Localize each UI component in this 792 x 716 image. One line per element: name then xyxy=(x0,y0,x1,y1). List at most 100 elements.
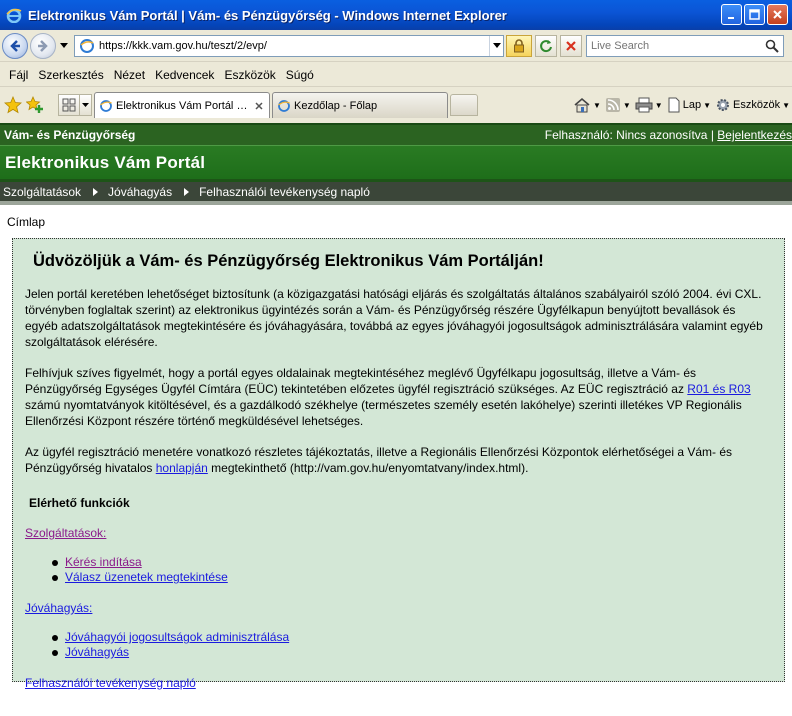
menu-favorites[interactable]: Kedvencek xyxy=(150,68,219,82)
close-icon xyxy=(773,10,782,19)
page-icon xyxy=(277,99,291,113)
services-list: Kérés indítása Válasz üzenetek megtekint… xyxy=(52,555,784,585)
homepage-link[interactable]: honlapján xyxy=(156,461,208,475)
minimize-icon xyxy=(727,16,734,19)
address-dropdown[interactable] xyxy=(489,35,503,56)
org-name: Vám- és Pénzügyőrség xyxy=(4,128,136,142)
stop-button[interactable] xyxy=(560,34,582,57)
close-window-button[interactable] xyxy=(767,4,788,25)
ie-logo-icon xyxy=(6,7,22,23)
main-nav: Szolgáltatások Jóváhagyás Felhasználói t… xyxy=(0,179,792,201)
list-item: Kérés indítása xyxy=(52,555,784,570)
add-favorite-button[interactable] xyxy=(24,94,46,116)
chevron-down-icon xyxy=(492,43,501,48)
print-button[interactable]: ▼ xyxy=(635,97,663,113)
approver-rights-link[interactable]: Jóváhagyói jogosultságok adminisztrálása xyxy=(65,630,289,645)
menu-edit[interactable]: Szerkesztés xyxy=(33,68,108,82)
list-item: Jóváhagyói jogosultságok adminisztrálása xyxy=(52,630,784,645)
address-bar[interactable]: https://kkk.vam.gov.hu/teszt/2/evp/ xyxy=(74,34,504,57)
rss-feed-icon xyxy=(605,98,620,112)
maximize-button[interactable] xyxy=(744,4,765,25)
back-arrow-icon xyxy=(10,39,20,52)
login-link[interactable]: Bejelentkezés xyxy=(717,128,792,142)
refresh-icon xyxy=(540,39,552,52)
minimize-button[interactable] xyxy=(721,4,742,25)
new-tab-button[interactable] xyxy=(450,94,478,116)
maximize-icon xyxy=(749,9,760,20)
approval-section-link[interactable]: Jóváhagyás: xyxy=(25,601,784,615)
search-box[interactable] xyxy=(586,34,784,57)
nav-arrow-icon xyxy=(93,187,99,196)
back-button[interactable] xyxy=(2,32,28,59)
url-text[interactable]: https://kkk.vam.gov.hu/teszt/2/evp/ xyxy=(99,40,489,52)
window-title-bar[interactable]: Elektronikus Vám Portál | Vám- és Pénzüg… xyxy=(0,0,792,30)
tab-row: Elektronikus Vám Portál | ... Kezdőlap -… xyxy=(0,88,792,122)
chevron-down-icon[interactable]: ▼ xyxy=(623,101,631,110)
registration-text-2: számú nyomtatványok kitöltésével, és a g… xyxy=(25,398,742,428)
tab-list-dropdown[interactable] xyxy=(80,94,92,116)
chevron-down-icon[interactable]: ▼ xyxy=(593,101,601,110)
refresh-button[interactable] xyxy=(535,34,557,57)
portal-top-band: Vám- és Pénzügyőrség Felhasználó: Nincs … xyxy=(0,123,792,145)
page-icon xyxy=(668,97,680,113)
bullet xyxy=(52,649,58,656)
chevron-down-icon[interactable]: ▼ xyxy=(655,101,663,110)
user-status-text: Felhasználó: Nincs azonosítva | xyxy=(544,128,718,142)
menu-view[interactable]: Nézet xyxy=(109,68,150,82)
chevron-down-icon[interactable]: ▼ xyxy=(703,101,711,110)
favorites-center-button[interactable] xyxy=(2,94,24,116)
portal-title: Elektronikus Vám Portál xyxy=(5,152,206,172)
view-responses-link[interactable]: Válasz üzenetek megtekintése xyxy=(65,570,228,585)
list-item: Válasz üzenetek megtekintése xyxy=(52,570,784,585)
command-bar: ▼ ▼ ▼ Lap ▼ Eszközök ▼ xyxy=(573,88,792,122)
bullet xyxy=(52,574,58,581)
feeds-button[interactable]: ▼ xyxy=(605,97,631,113)
history-dropdown[interactable] xyxy=(58,36,70,56)
page-icon xyxy=(79,38,95,54)
page-viewport: Vám- és Pénzügyőrség Felhasználó: Nincs … xyxy=(0,123,792,716)
services-section-link[interactable]: Szolgáltatások: xyxy=(25,526,784,540)
nav-arrow-icon xyxy=(184,187,190,196)
printer-icon xyxy=(635,97,653,113)
user-status: Felhasználó: Nincs azonosítva | Bejelent… xyxy=(545,128,792,142)
approval-link[interactable]: Jóváhagyás xyxy=(65,645,129,660)
breadcrumb: Címlap xyxy=(7,215,46,229)
list-item: Jóváhagyás xyxy=(52,645,784,660)
r01-r03-link[interactable]: R01 és R03 xyxy=(687,382,750,396)
bullet xyxy=(52,559,58,566)
add-favorite-icon xyxy=(26,96,43,113)
approval-list: Jóváhagyói jogosultságok adminisztrálása… xyxy=(52,630,784,660)
stop-icon xyxy=(566,40,576,51)
search-icon xyxy=(765,39,779,53)
nav-activity-log[interactable]: Felhasználói tevékenység napló xyxy=(199,185,370,199)
nav-services[interactable]: Szolgáltatások xyxy=(3,185,81,199)
tab-home[interactable]: Kezdőlap - Főlap xyxy=(272,92,448,118)
page-title: Üdvözöljük a Vám- és Pénzügyőrség Elektr… xyxy=(33,252,544,270)
quick-tabs-button[interactable] xyxy=(58,94,80,116)
chevron-down-icon xyxy=(82,103,89,107)
home-button[interactable]: ▼ xyxy=(573,97,601,113)
forward-button[interactable] xyxy=(30,32,56,59)
close-tab-icon[interactable] xyxy=(253,100,265,112)
nav-approval[interactable]: Jóváhagyás xyxy=(108,185,172,199)
search-button[interactable] xyxy=(761,36,783,56)
registration-text-1: Felhívjuk szíves figyelmét, hogy a portá… xyxy=(25,366,697,396)
search-input[interactable] xyxy=(591,39,761,52)
security-lock-button[interactable] xyxy=(506,34,532,57)
menu-help[interactable]: Súgó xyxy=(281,68,319,82)
page-menu-button[interactable]: Lap ▼ xyxy=(667,97,711,113)
tools-menu-button[interactable]: Eszközök ▼ xyxy=(715,97,790,113)
menu-tools[interactable]: Eszközök xyxy=(219,68,280,82)
star-icon xyxy=(4,96,22,114)
chevron-down-icon[interactable]: ▼ xyxy=(782,101,790,110)
activity-log-link[interactable]: Felhasználói tevékenység napló xyxy=(25,676,784,690)
registration-paragraph: Felhívjuk szíves figyelmét, hogy a portá… xyxy=(25,365,764,429)
menu-file[interactable]: Fájl xyxy=(4,68,33,82)
start-request-link[interactable]: Kérés indítása xyxy=(65,555,142,570)
tab-label: Kezdőlap - Főlap xyxy=(294,99,378,112)
page-icon xyxy=(99,99,113,113)
info-text-2: megtekinthető (http://vam.gov.hu/enyomta… xyxy=(207,461,529,475)
page-menu-label: Lap xyxy=(682,99,702,111)
home-icon xyxy=(574,97,590,113)
tab-evp[interactable]: Elektronikus Vám Portál | ... xyxy=(94,92,270,118)
